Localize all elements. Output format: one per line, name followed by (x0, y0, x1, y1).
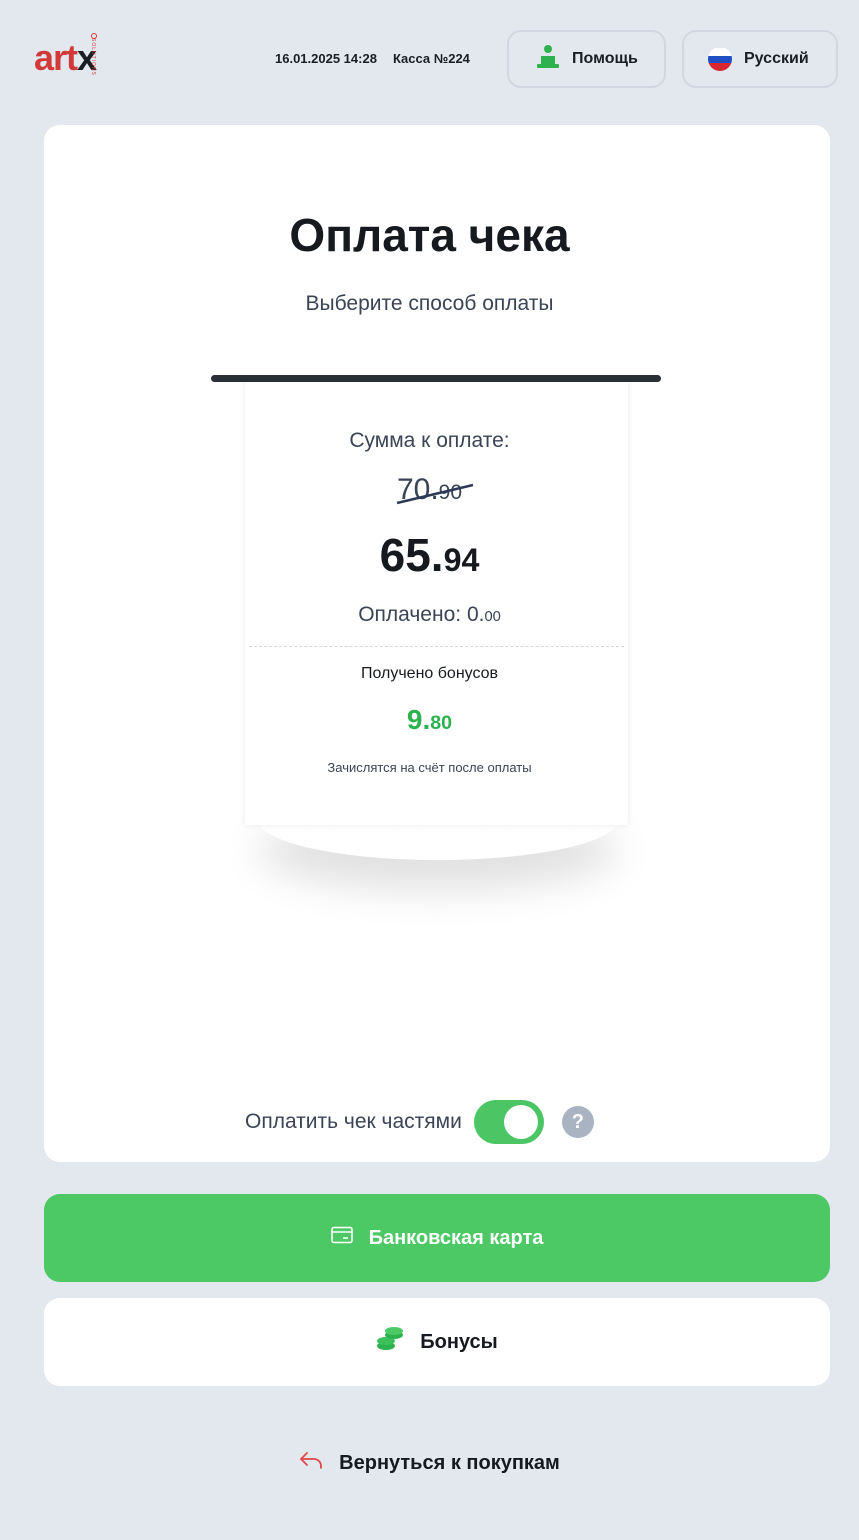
question-icon[interactable]: ? (561, 1106, 594, 1138)
toggle-knob (503, 1105, 538, 1139)
bonuses-label: Бонусы (420, 1330, 498, 1353)
receipt-torn-edge (245, 808, 628, 826)
split-payment-row: Оплатить чек частями ? (245, 1100, 594, 1144)
paid-amount: Оплачено: 0.00 (358, 603, 501, 626)
bank-card-label: Банковская карта (368, 1226, 544, 1249)
page-subtitle: Выберите способ оплаты (305, 292, 554, 315)
help-button[interactable]: Помощь (507, 30, 666, 88)
back-label: Вернуться к покупкам (339, 1451, 560, 1474)
artx-logo: artx SOLUTIONS (34, 33, 130, 92)
logo-subtext: SOLUTIONS (90, 38, 96, 76)
sum-label: Сумма к оплате: (349, 429, 510, 452)
back-to-shopping-link[interactable]: Вернуться к покупкам (0, 1450, 859, 1476)
bonus-note: Зачислятся на счёт после оплаты (327, 760, 532, 775)
page-title: Оплата чека (289, 209, 570, 261)
register-number: Касса №224 (392, 51, 470, 66)
bonus-amount: 9.80 (406, 704, 453, 735)
datetime: 16.01.2025 14:28 (275, 51, 377, 66)
bank-card-button[interactable]: Банковская карта (44, 1194, 830, 1282)
old-price: 70.90 (0, 473, 859, 507)
total-amount: 65.94 (379, 529, 480, 581)
language-label: Русский (744, 50, 809, 67)
language-button[interactable]: Русский (682, 30, 838, 88)
strikethrough-line (396, 483, 474, 505)
split-payment-label: Оплатить чек частями (245, 1110, 462, 1133)
logo-wordmark: artx (34, 37, 97, 78)
bonuses-button[interactable]: Бонусы (44, 1298, 830, 1386)
back-arrow-icon (299, 1450, 323, 1476)
coins-icon (376, 1326, 404, 1358)
receipt-divider (249, 646, 624, 647)
russia-flag-icon (708, 47, 732, 71)
bonus-label: Получено бонусов (360, 665, 499, 682)
split-payment-toggle[interactable] (473, 1100, 544, 1144)
assistant-icon (536, 44, 560, 75)
receipt-printer-slot (211, 375, 661, 382)
help-label: Помощь (572, 50, 638, 67)
credit-card-icon (330, 1226, 353, 1250)
topbar-info: 16.01.2025 14:28 Касса №224 (275, 51, 470, 66)
